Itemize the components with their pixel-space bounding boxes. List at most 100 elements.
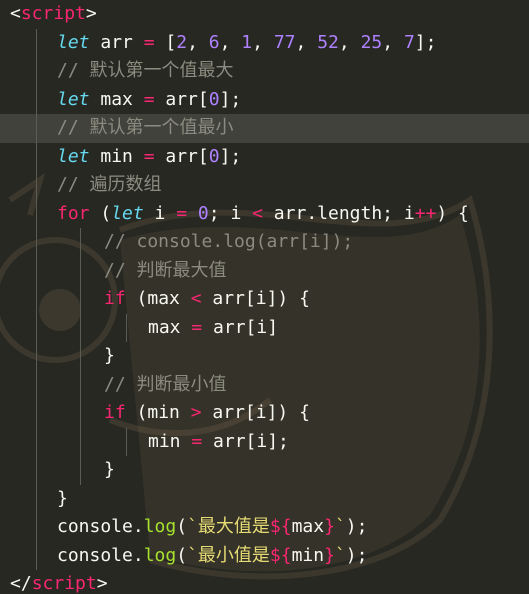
- code-line-text: if (min > arr[i]) {: [104, 399, 310, 428]
- code-line-text: // console.log(arr[i]);: [104, 228, 353, 257]
- code-token: 25: [360, 31, 383, 53]
- code-token: <: [252, 202, 263, 224]
- code-token: for: [57, 202, 90, 224]
- code-line-text: <script>: [10, 0, 97, 29]
- code-token: `最大值是: [187, 516, 270, 537]
- code-token: >: [190, 402, 202, 423]
- code-token: // 遍历数组: [57, 174, 162, 195]
- code-token: 77: [273, 31, 296, 53]
- code-line-text: if (max < arr[i]) {: [104, 285, 310, 314]
- code-token: ,: [187, 31, 209, 53]
- code-token: <: [190, 288, 202, 309]
- code-token: arr.length; i: [262, 202, 415, 224]
- code-token: arr: [89, 31, 144, 53]
- code-token: arr[i]) {: [201, 288, 310, 309]
- code-token: }: [104, 345, 115, 366]
- code-line-text: console.log(`最大值是${max}`);: [57, 513, 367, 542]
- code-token: );: [345, 516, 368, 537]
- code-token: min: [291, 544, 325, 566]
- code-token: ,: [295, 31, 318, 53]
- code-token: i: [143, 202, 177, 224]
- code-token: >: [85, 3, 97, 24]
- code-token: >: [96, 573, 108, 594]
- code-line-text: for (let i = 0; i < arr.length; i++) {: [57, 200, 469, 229]
- code-token: // 默认第一个值最大: [57, 60, 234, 81]
- code-token: =: [191, 316, 203, 338]
- code-line[interactable]: // 默认第一个值最大: [0, 57, 529, 86]
- code-token: ,: [382, 31, 404, 53]
- code-token: // 默认第一个值最小: [57, 117, 234, 138]
- code-line[interactable]: for (let i = 0; i < arr.length; i++) {: [0, 200, 529, 229]
- code-token: log: [143, 516, 177, 537]
- code-token: 1: [241, 31, 253, 53]
- code-token: arr[i];: [202, 430, 289, 452]
- code-token: ,: [219, 31, 242, 53]
- code-token: console.: [57, 544, 144, 566]
- code-token: `: [334, 544, 346, 566]
- code-token: (: [89, 202, 112, 224]
- code-line[interactable]: console.log(`最大值是${max}`);: [0, 513, 529, 542]
- code-token: 0: [208, 88, 220, 110]
- code-line-text: // 默认第一个值最小: [57, 114, 234, 143]
- code-token: if: [104, 288, 126, 309]
- indent-guide: [36, 28, 37, 570]
- code-token: 7: [403, 31, 415, 53]
- code-line[interactable]: let min = arr[0];: [0, 143, 529, 172]
- code-token: (: [176, 516, 188, 537]
- code-token: // 判断最大值: [104, 259, 227, 281]
- code-token: min: [89, 145, 144, 167]
- code-line[interactable]: // 默认第一个值最小: [0, 114, 529, 143]
- code-token: let: [57, 145, 90, 167]
- code-line-text: console.log(`最小值是${min}`);: [57, 542, 367, 571]
- code-token: arr[: [154, 145, 209, 167]
- code-token: ++: [414, 202, 437, 224]
- indent-guide: [126, 313, 127, 342]
- code-token: ) {: [436, 202, 469, 224]
- code-line[interactable]: let arr = [2, 6, 1, 77, 52, 25, 7];: [0, 29, 529, 58]
- code-line-text: </script>: [10, 570, 108, 594]
- code-token: 0: [208, 145, 220, 167]
- code-token: log: [143, 544, 177, 566]
- code-line-text: }: [57, 485, 68, 514]
- code-token: }: [104, 459, 115, 480]
- code-token: =: [143, 88, 155, 110]
- code-line[interactable]: console.log(`最小值是${min}`);: [0, 542, 529, 571]
- code-token: let: [111, 202, 144, 224]
- code-token: max: [89, 88, 144, 110]
- code-token: if: [104, 402, 126, 423]
- code-editor[interactable]: <script> let arr = [2, 6, 1, 77, 52, 25, …: [0, 0, 529, 594]
- code-token: ];: [414, 31, 437, 53]
- code-line[interactable]: <script>: [0, 0, 529, 29]
- code-line-text: let arr = [2, 6, 1, 77, 52, 25, 7];: [57, 29, 436, 58]
- indent-guide: [126, 427, 127, 456]
- code-token: ,: [338, 31, 361, 53]
- code-token: script: [20, 3, 86, 24]
- code-area[interactable]: <script> let arr = [2, 6, 1, 77, 52, 25, …: [0, 0, 529, 594]
- code-token: =: [143, 145, 155, 167]
- code-line[interactable]: </script>: [0, 570, 529, 594]
- code-line-text: max = arr[i]: [148, 314, 278, 343]
- code-token: // console.log(arr[i]);: [104, 231, 354, 252]
- code-token: 0: [197, 202, 209, 224]
- code-line-text: // 判断最大值: [104, 257, 227, 286]
- code-token: let: [57, 88, 90, 110]
- code-token: =: [143, 31, 155, 53]
- code-token: ,: [252, 31, 274, 53]
- code-token: // 判断最小值: [104, 373, 227, 395]
- code-line-text: // 遍历数组: [57, 171, 162, 200]
- code-line[interactable]: let max = arr[0];: [0, 86, 529, 115]
- code-token: arr[i]: [202, 316, 279, 338]
- code-token: 2: [176, 31, 188, 53]
- code-token: (min: [125, 402, 191, 423]
- code-line[interactable]: }: [0, 485, 529, 514]
- code-token: min: [148, 430, 192, 452]
- code-token: ];: [219, 145, 242, 167]
- code-token: =: [176, 202, 188, 224]
- code-line[interactable]: // 遍历数组: [0, 171, 529, 200]
- code-token: `最小值是: [187, 544, 270, 566]
- code-token: ${: [269, 544, 292, 566]
- code-token: );: [345, 544, 368, 566]
- code-token: }: [324, 516, 335, 537]
- code-line-text: let min = arr[0];: [57, 143, 241, 172]
